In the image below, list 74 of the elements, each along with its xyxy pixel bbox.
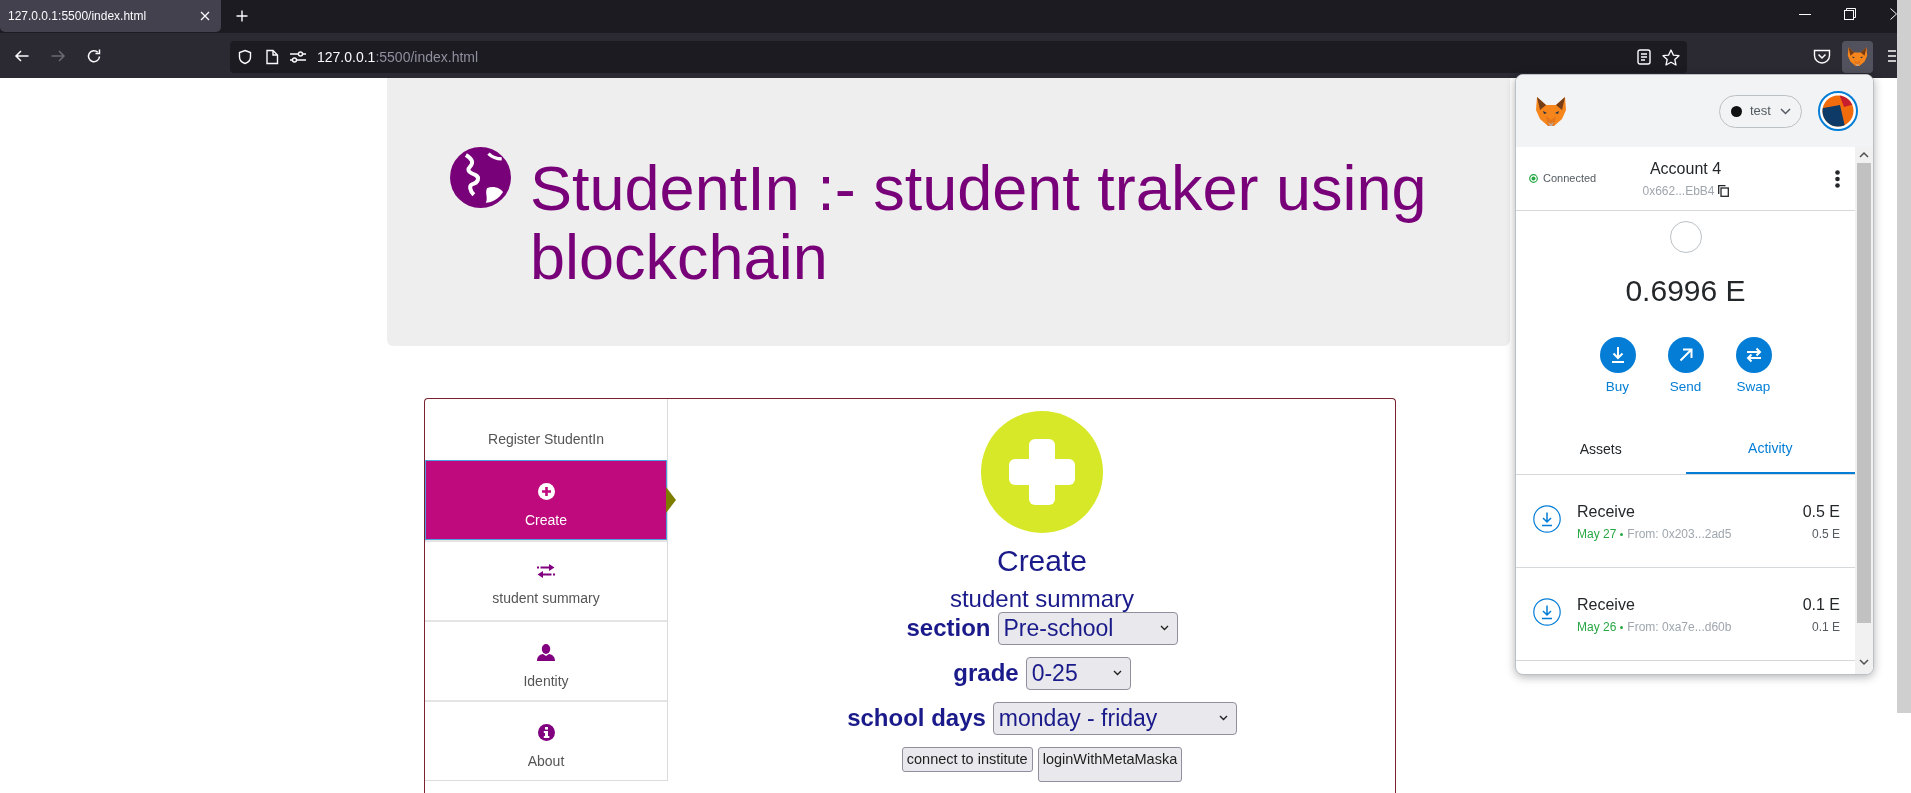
menu-icon[interactable]: [1888, 48, 1896, 63]
reload-icon[interactable]: [86, 47, 102, 64]
browser-tab[interactable]: 127.0.0.1:5500/index.html: [0, 0, 221, 32]
address-bar[interactable]: 127.0.0.1:5500/index.html: [230, 41, 1687, 73]
field-label: school days: [847, 704, 986, 733]
reader-view-icon[interactable]: [1637, 49, 1651, 65]
select-dropdown[interactable]: monday - friday: [992, 701, 1237, 735]
wallet-tab[interactable]: Assets: [1516, 424, 1686, 474]
form-title: Create: [996, 543, 1087, 578]
account-name[interactable]: Account 4: [1642, 158, 1729, 179]
separator-dot-icon: [1620, 625, 1624, 629]
sidebar-heading: Register StudentIn: [487, 429, 605, 449]
page-title: StudentIn :- student traker using blockchain: [530, 154, 1428, 293]
activity-amount: 0.5 E: [1802, 503, 1840, 521]
account-avatar-icon[interactable]: [1818, 91, 1858, 131]
close-icon[interactable]: [200, 11, 210, 21]
shield-icon[interactable]: [237, 49, 253, 65]
sender-address: From: 0xa7e...d60b: [1627, 620, 1732, 634]
status-dot-icon: [1529, 174, 1538, 183]
back-arrow-icon[interactable]: [14, 47, 30, 64]
globe-icon: [450, 147, 511, 208]
swap-arrows-icon: [1735, 337, 1772, 373]
field-label: grade: [953, 659, 1019, 688]
plus-icon[interactable]: [236, 10, 248, 22]
form-subtitle: student summary: [949, 585, 1135, 612]
kebab-menu-icon[interactable]: [1835, 169, 1840, 188]
balance-amount: 0.6996 E: [1624, 273, 1747, 309]
activity-title: Receive: [1577, 596, 1636, 614]
chevron-down-icon: [1112, 670, 1122, 677]
plus-circle-icon: [537, 483, 555, 501]
activity-amount: 0.5 E: [1810, 527, 1840, 541]
activity-amount: 0.1 E: [1802, 596, 1840, 614]
arrow-up-right-icon: [1667, 337, 1704, 373]
transfer-arrows-icon: [537, 564, 555, 579]
activity-date: May 27: [1577, 527, 1617, 541]
separator-dot-icon: [1620, 532, 1624, 536]
fox-logo-icon: [1534, 95, 1568, 127]
select-dropdown[interactable]: Pre-school: [997, 611, 1178, 645]
connection-status: Connected: [1543, 171, 1597, 187]
close-icon[interactable]: [1890, 8, 1897, 20]
scrollbar-thumb[interactable]: [1857, 163, 1871, 623]
select-dropdown[interactable]: 0-25: [1025, 656, 1131, 690]
restore-icon[interactable]: [1844, 8, 1856, 20]
url-text[interactable]: 127.0.0.1:5500/index.html: [317, 46, 479, 68]
chevron-down-icon: [1780, 107, 1791, 115]
chevron-down-icon: [1218, 715, 1228, 722]
info-icon: [537, 723, 555, 741]
star-icon[interactable]: [1662, 48, 1680, 66]
action-button[interactable]: connect to institute: [901, 746, 1033, 772]
pocket-icon[interactable]: [1813, 47, 1831, 64]
activity-title: Receive: [1577, 503, 1636, 521]
wallet-action-button[interactable]: Swap: [1733, 337, 1774, 395]
identicon-ring-icon: [1669, 221, 1702, 253]
receive-icon: [1533, 598, 1561, 626]
activity-date: May 26: [1577, 620, 1617, 634]
selection-pointer-icon: [666, 487, 676, 514]
chevron-down-icon: [1159, 625, 1169, 632]
sender-address: From: 0x203...2ad5: [1627, 527, 1732, 541]
page-icon[interactable]: [265, 49, 279, 65]
permissions-icon[interactable]: [289, 49, 307, 65]
wallet-action-button[interactable]: Buy: [1597, 337, 1638, 395]
nav-item[interactable]: Identity: [425, 620, 667, 700]
wallet-action-button[interactable]: Send: [1665, 337, 1706, 395]
plus-circle-icon: [981, 410, 1103, 533]
action-button[interactable]: loginWithMetaMaska: [1037, 746, 1183, 782]
user-icon: [537, 644, 555, 662]
field-label: section: [906, 614, 991, 643]
account-address: 0x662...EbB4: [1642, 182, 1715, 199]
nav-item[interactable]: About: [425, 699, 667, 780]
copy-icon[interactable]: [1717, 184, 1729, 197]
nav-item[interactable]: student summary: [425, 540, 667, 621]
network-dot-icon: [1731, 105, 1742, 117]
activity-amount: 0.1 E: [1810, 620, 1840, 634]
receive-icon: [1533, 505, 1561, 533]
